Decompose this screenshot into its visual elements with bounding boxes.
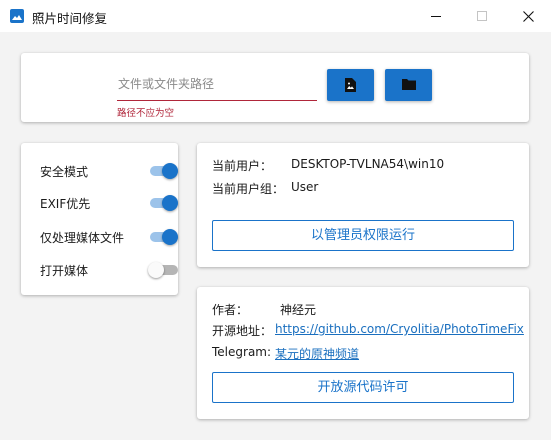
source-label: 开源地址： <box>212 324 273 338</box>
folder-icon <box>402 79 416 90</box>
close-icon <box>523 11 534 22</box>
option-label: 仅处理媒体文件 <box>40 231 125 245</box>
run-as-admin-button[interactable]: 以管理员权限运行 <box>212 220 514 251</box>
path-card: 路径不应为空 <box>21 53 529 122</box>
window-title: 照片时间修复 <box>32 11 108 26</box>
maximize-icon <box>477 11 487 21</box>
about-card: 作者： 神经元 开源地址： https://github.com/Cryolit… <box>197 287 529 419</box>
minimize-button[interactable] <box>413 0 459 32</box>
current-user-value: DESKTOP-TVLNA54\win10 <box>291 157 445 171</box>
media-only-toggle[interactable] <box>150 229 180 245</box>
file-image-icon <box>345 78 356 92</box>
option-media-only: 仅处理媒体文件 <box>40 227 178 247</box>
user-card: 当前用户： DESKTOP-TVLNA54\win10 当前用户组： User … <box>197 143 529 267</box>
current-user-label: 当前用户： <box>212 159 273 173</box>
open-source-license-button[interactable]: 开放源代码许可 <box>212 372 514 403</box>
select-file-button[interactable] <box>327 69 374 101</box>
options-card: 安全模式 EXIF优先 仅处理媒体文件 打开媒体 <box>21 143 178 295</box>
maximize-button[interactable] <box>459 0 505 32</box>
path-input[interactable] <box>117 67 317 101</box>
telegram-link[interactable]: 某元的原神频道 <box>275 345 359 362</box>
user-group-value: User <box>291 180 319 194</box>
open-media-toggle[interactable] <box>148 262 180 278</box>
user-group-label: 当前用户组： <box>212 182 285 196</box>
source-link[interactable]: https://github.com/Cryolitia/PhotoTimeFi… <box>275 322 524 336</box>
path-error-message: 路径不应为空 <box>117 108 175 119</box>
option-label: EXIF优先 <box>40 197 91 211</box>
option-open-media: 打开媒体 <box>40 260 178 280</box>
app-photo-icon <box>10 9 24 23</box>
close-button[interactable] <box>505 0 551 32</box>
author-value: 神经元 <box>280 303 317 317</box>
telegram-label: Telegram: <box>212 345 272 359</box>
author-label: 作者： <box>212 303 249 317</box>
option-exif-first: EXIF优先 <box>40 193 178 213</box>
option-label: 安全模式 <box>40 165 89 179</box>
option-safe-mode: 安全模式 <box>40 161 178 181</box>
select-folder-button[interactable] <box>385 69 432 101</box>
safe-mode-toggle[interactable] <box>150 163 180 179</box>
option-label: 打开媒体 <box>40 264 89 278</box>
title-bar: 照片时间修复 <box>0 0 551 32</box>
exif-first-toggle[interactable] <box>150 195 180 211</box>
minimize-icon <box>431 16 441 17</box>
